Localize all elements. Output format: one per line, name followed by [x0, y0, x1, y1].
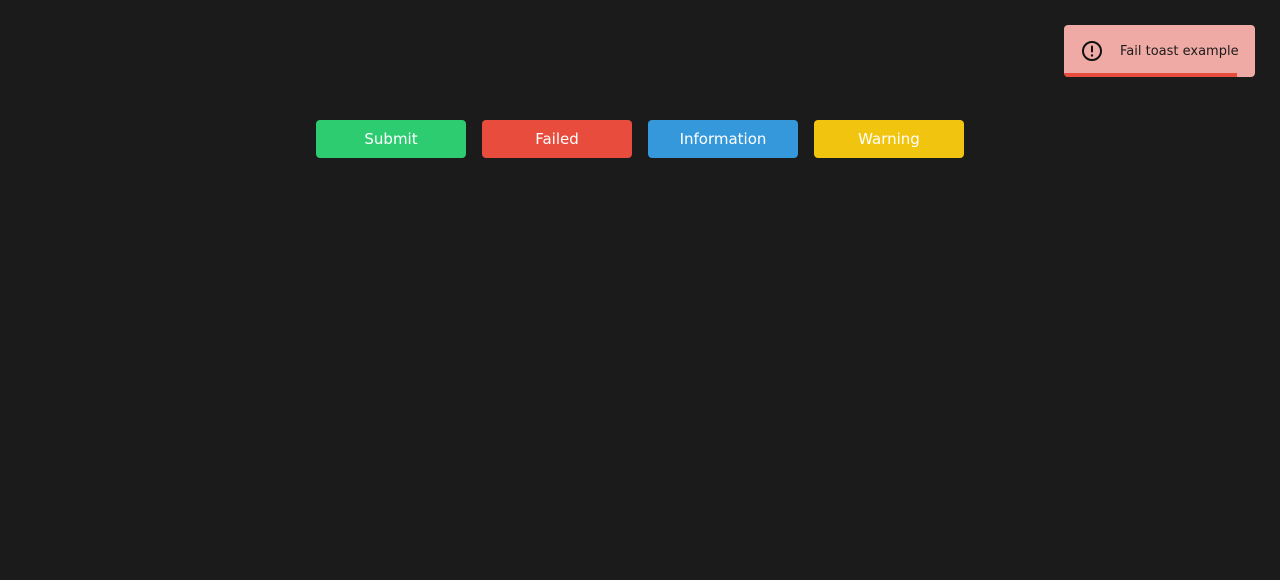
submit-button[interactable]: Submit [316, 120, 466, 158]
toast-progress-bar [1064, 73, 1238, 77]
toast-message: Fail toast example [1120, 43, 1239, 59]
toast-progress-track [1064, 73, 1255, 77]
alert-circle-icon [1081, 40, 1103, 62]
warning-button[interactable]: Warning [814, 120, 964, 158]
fail-toast[interactable]: Fail toast example [1064, 25, 1255, 77]
information-button[interactable]: Information [648, 120, 798, 158]
failed-button[interactable]: Failed [482, 120, 632, 158]
page: Submit Failed Information Warning Fail t… [0, 0, 1280, 580]
toast-trigger-buttons: Submit Failed Information Warning [316, 120, 964, 158]
